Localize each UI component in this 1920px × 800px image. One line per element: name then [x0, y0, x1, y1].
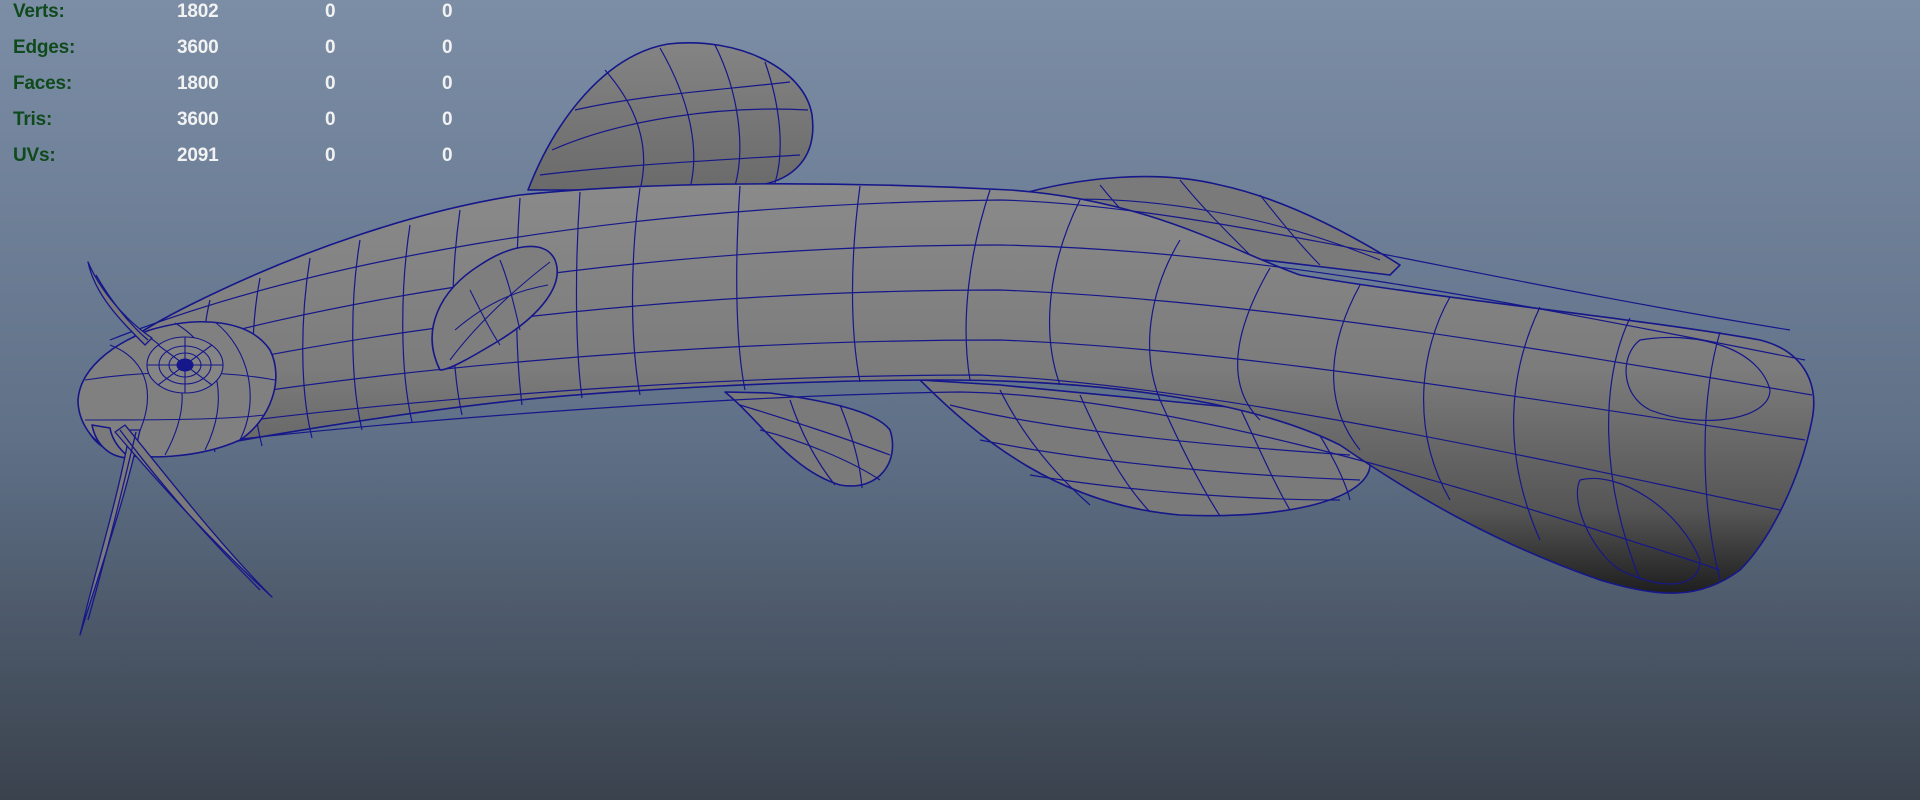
hud-label: UVs: — [13, 145, 56, 166]
hud-selected: 0 — [325, 73, 336, 94]
hud-uvs-selected: 0 — [442, 73, 453, 94]
hud-label: Tris: — [13, 109, 53, 130]
hud-total: 1800 — [177, 73, 219, 94]
modeling-viewport[interactable]: Verts: 1802 0 0 Edges: 3600 0 0 Faces: 1… — [0, 0, 1920, 800]
hud-total: 3600 — [177, 109, 219, 130]
hud-uvs-selected: 0 — [442, 109, 453, 130]
hud-selected: 0 — [325, 145, 336, 166]
fish-eye — [146, 336, 224, 394]
hud-selected: 0 — [325, 1, 336, 22]
hud-uvs-selected: 0 — [442, 37, 453, 58]
hud-total: 1802 — [177, 1, 219, 22]
hud-label: Edges: — [13, 37, 76, 58]
hud-label: Verts: — [13, 1, 65, 22]
hud-uvs-selected: 0 — [442, 145, 453, 166]
hud-total: 2091 — [177, 145, 219, 166]
hud-uvs-selected: 0 — [442, 1, 453, 22]
hud-selected: 0 — [325, 37, 336, 58]
hud-label: Faces: — [13, 73, 73, 94]
hud-total: 3600 — [177, 37, 219, 58]
fish-mesh-icon[interactable] — [0, 0, 1920, 800]
hud-selected: 0 — [325, 109, 336, 130]
